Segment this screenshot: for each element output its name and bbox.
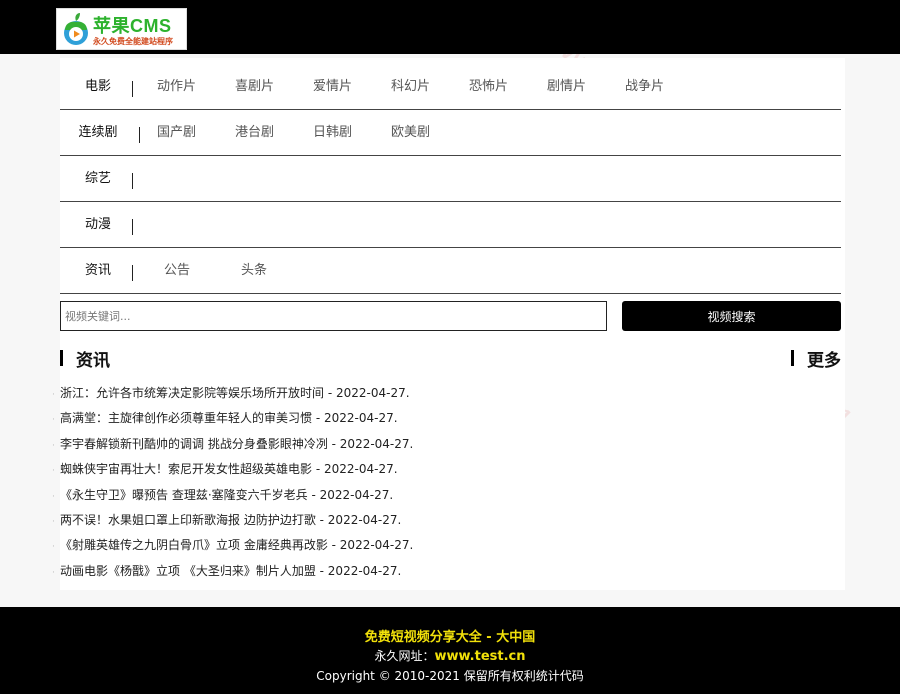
news-date: 2022-04-27. bbox=[319, 487, 394, 502]
bullet-icon: · bbox=[52, 466, 55, 477]
nav-separator bbox=[132, 219, 133, 235]
nav-category[interactable]: 资讯 bbox=[60, 248, 136, 294]
nav-item[interactable]: 科幻片 bbox=[391, 64, 430, 110]
nav-item[interactable]: 动作片 bbox=[157, 64, 196, 110]
site-footer: 免费短视频分享大全 - 大中国 永久网址：www.test.cn Copyrig… bbox=[0, 607, 900, 694]
news-title-link[interactable]: 浙江：允许各市统筹决定影院等娱乐场所开放时间 bbox=[60, 386, 324, 400]
news-date: 2022-04-27. bbox=[339, 538, 414, 553]
bullet-icon: · bbox=[52, 542, 55, 553]
nav-category[interactable]: 综艺 bbox=[60, 156, 136, 202]
nav-item[interactable]: 公告 bbox=[164, 248, 190, 294]
nav-category[interactable]: 连续剧 bbox=[60, 110, 136, 156]
nav-item[interactable]: 恐怖片 bbox=[469, 64, 508, 110]
news-date: 2022-04-27. bbox=[335, 386, 410, 400]
nav-separator bbox=[132, 265, 133, 281]
nav-row-anime: 动漫 bbox=[60, 202, 841, 248]
news-title-link[interactable]: 《射雕英雄传之九阴白骨爪》立项 金庸经典再改影 bbox=[60, 538, 328, 552]
bullet-icon: · bbox=[52, 390, 55, 400]
top-header: 苹果CMS 永久免费全能建站程序 bbox=[0, 0, 900, 54]
news-date: 2022-04-27. bbox=[327, 563, 402, 578]
list-item: · 动画电影《杨戬》立项 《大圣归来》制片人加盟 - 2022-04-27. bbox=[52, 559, 452, 584]
nav-category[interactable]: 电影 bbox=[60, 64, 136, 110]
nav-row-variety: 综艺 bbox=[60, 156, 841, 202]
search-input[interactable] bbox=[60, 301, 607, 331]
nav-item[interactable]: 日韩剧 bbox=[313, 110, 352, 156]
main-content: 电影 动作片 喜剧片 爱情片 科幻片 恐怖片 剧情片 战争片 连续剧 国产剧 港… bbox=[52, 58, 845, 590]
news-date: 2022-04-27. bbox=[327, 512, 402, 527]
list-item: · 浙江：允许各市统筹决定影院等娱乐场所开放时间 - 2022-04-27. bbox=[52, 381, 452, 406]
more-link[interactable]: 更多 bbox=[807, 346, 841, 371]
list-item: · 《射雕英雄传之九阴白骨爪》立项 金庸经典再改影 - 2022-04-27. bbox=[52, 533, 452, 558]
news-date: 2022-04-27. bbox=[323, 411, 398, 426]
more-bar bbox=[791, 350, 794, 366]
nav-separator bbox=[139, 127, 140, 143]
footer-slogan: 免费短视频分享大全 - 大中国 bbox=[364, 630, 536, 645]
list-item: · 李宇春解锁新刊酷帅的调调 挑战分身叠影眼神冷冽 - 2022-04-27. bbox=[52, 432, 452, 457]
news-date: 2022-04-27. bbox=[339, 436, 414, 451]
list-item: · 蜘蛛侠宇宙再壮大！索尼开发女性超级英雄电影 - 2022-04-27. bbox=[52, 457, 452, 482]
footer-copyright: Copyright © 2010-2021 保留所有权利统计代码 bbox=[316, 669, 584, 683]
nav-row-news: 资讯 公告 头条 bbox=[60, 248, 841, 294]
news-date: 2022-04-27. bbox=[323, 462, 398, 477]
nav-item[interactable]: 头条 bbox=[241, 248, 267, 294]
news-title-link[interactable]: 高满堂：主旋律创作必须尊重年轻人的审美习惯 bbox=[60, 411, 312, 425]
list-item: · 两不误！水果姐口罩上印新歌海报 边防护边打歌 - 2022-04-27. bbox=[52, 508, 452, 533]
nav-item[interactable]: 港台剧 bbox=[235, 110, 274, 156]
bullet-icon: · bbox=[52, 415, 55, 426]
nav-item[interactable]: 欧美剧 bbox=[391, 110, 430, 156]
news-title-link[interactable]: 李宇春解锁新刊酷帅的调调 挑战分身叠影眼神冷冽 bbox=[60, 437, 328, 451]
list-item: · 高满堂：主旋律创作必须尊重年轻人的审美习惯 - 2022-04-27. bbox=[52, 406, 452, 431]
footer-url-label: 永久网址： bbox=[374, 649, 435, 663]
bullet-icon: · bbox=[52, 567, 55, 578]
news-title-link[interactable]: 蜘蛛侠宇宙再壮大！索尼开发女性超级英雄电影 bbox=[60, 462, 312, 476]
bullet-icon: · bbox=[52, 516, 55, 527]
site-logo[interactable]: 苹果CMS 永久免费全能建站程序 bbox=[56, 8, 187, 50]
news-title-link[interactable]: 动画电影《杨戬》立项 《大圣归来》制片人加盟 bbox=[60, 564, 316, 578]
search-button[interactable]: 视频搜索 bbox=[622, 301, 841, 331]
footer-url-line: 永久网址：www.test.cn bbox=[0, 647, 900, 664]
nav-row-movie: 电影 动作片 喜剧片 爱情片 科幻片 恐怖片 剧情片 战争片 bbox=[60, 64, 841, 110]
nav-row-series: 连续剧 国产剧 港台剧 日韩剧 欧美剧 bbox=[60, 110, 841, 156]
news-list: · 浙江：允许各市统筹决定影院等娱乐场所开放时间 - 2022-04-27. · 高… bbox=[52, 381, 452, 584]
nav-item[interactable]: 战争片 bbox=[625, 64, 664, 110]
news-title-link[interactable]: 两不误！水果姐口罩上印新歌海报 边防护边打歌 bbox=[60, 513, 316, 527]
nav-item[interactable]: 爱情片 bbox=[313, 64, 352, 110]
section-title: 资讯 bbox=[76, 351, 110, 371]
section-bar bbox=[60, 350, 63, 366]
nav-item[interactable]: 剧情片 bbox=[547, 64, 586, 110]
bullet-icon: · bbox=[52, 491, 55, 502]
footer-url-link[interactable]: www.test.cn bbox=[434, 649, 525, 664]
nav-separator bbox=[132, 81, 133, 97]
nav-item[interactable]: 国产剧 bbox=[157, 110, 196, 156]
nav-category[interactable]: 动漫 bbox=[60, 202, 136, 248]
nav-separator bbox=[132, 173, 133, 189]
logo-subtitle: 永久免费全能建站程序 bbox=[93, 37, 173, 46]
apple-logo-icon bbox=[64, 13, 88, 45]
logo-title: 苹果CMS bbox=[93, 16, 172, 36]
news-title-link[interactable]: 《永生守卫》曝预告 查理兹·塞隆变六千岁老兵 bbox=[60, 488, 308, 502]
list-item: · 《永生守卫》曝预告 查理兹·塞隆变六千岁老兵 - 2022-04-27. bbox=[52, 483, 452, 508]
bullet-icon: · bbox=[52, 440, 55, 451]
nav-item[interactable]: 喜剧片 bbox=[235, 64, 274, 110]
